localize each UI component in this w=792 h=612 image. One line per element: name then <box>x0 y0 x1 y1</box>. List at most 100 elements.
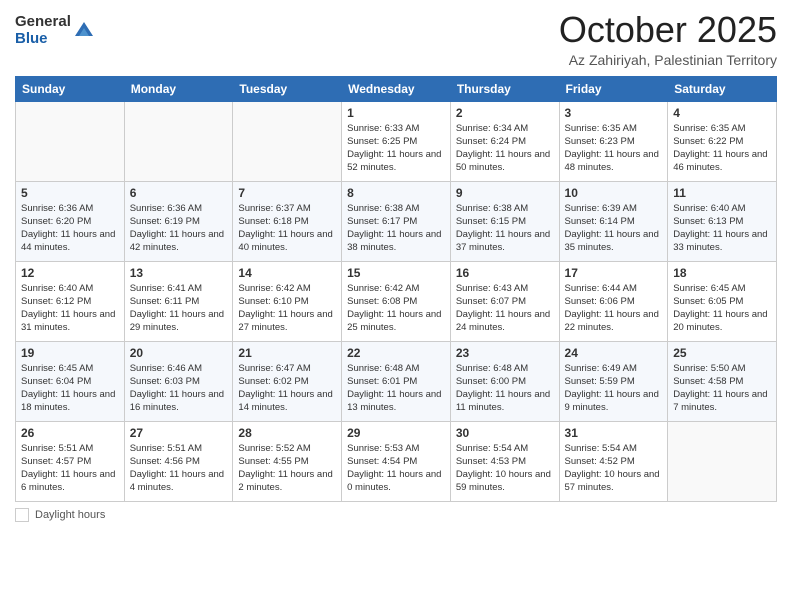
day-number: 17 <box>565 266 663 280</box>
day-header-saturday: Saturday <box>668 76 777 101</box>
calendar-cell: 3 Sunrise: 6:35 AM Sunset: 6:23 PM Daylig… <box>559 101 668 181</box>
calendar-cell: 28Sunrise: 5:52 AM Sunset: 4:55 PM Dayli… <box>233 421 342 501</box>
calendar-table: SundayMondayTuesdayWednesdayThursdayFrid… <box>15 76 777 502</box>
cell-content: Sunrise: 5:52 AM Sunset: 4:55 PM Dayligh… <box>238 442 336 495</box>
calendar-cell: 22 Sunrise: 6:48 AM Sunset: 6:01 PM Dayli… <box>342 341 451 421</box>
calendar-cell <box>16 101 125 181</box>
logo-general: General <box>15 14 71 31</box>
week-row: 5Sunrise: 6:36 AM Sunset: 6:20 PM Daylig… <box>16 181 777 261</box>
day-number: 22 <box>347 346 445 360</box>
day-number: 12 <box>21 266 119 280</box>
title-block: October 2025 Az Zahiriyah, Palestinian T… <box>559 10 777 68</box>
day-header-monday: Monday <box>124 76 233 101</box>
week-row: 19 Sunrise: 6:45 AM Sunset: 6:04 PM Dayli… <box>16 341 777 421</box>
day-header-sunday: Sunday <box>16 76 125 101</box>
day-number: 7 <box>238 186 336 200</box>
cell-content: Sunrise: 6:43 AM Sunset: 6:07 PM Dayligh… <box>456 282 554 335</box>
day-number: 31 <box>565 426 663 440</box>
day-number: 19 <box>21 346 119 360</box>
calendar-cell: 17 Sunrise: 6:44 AM Sunset: 6:06 PM Dayli… <box>559 261 668 341</box>
cell-content: Sunrise: 6:35 AM Sunset: 6:23 PM Dayligh… <box>565 122 663 175</box>
page: General Blue October 2025 Az Zahiriyah, … <box>0 0 792 612</box>
day-number: 5 <box>21 186 119 200</box>
day-header-tuesday: Tuesday <box>233 76 342 101</box>
cell-content: Sunrise: 6:48 AM Sunset: 6:00 PM Dayligh… <box>456 362 554 415</box>
cell-content: Sunrise: 6:35 AM Sunset: 6:22 PM Dayligh… <box>673 122 771 175</box>
day-number: 26 <box>21 426 119 440</box>
calendar-cell: 26Sunrise: 5:51 AM Sunset: 4:57 PM Dayli… <box>16 421 125 501</box>
calendar-cell: 5Sunrise: 6:36 AM Sunset: 6:20 PM Daylig… <box>16 181 125 261</box>
cell-content: Sunrise: 6:47 AM Sunset: 6:02 PM Dayligh… <box>238 362 336 415</box>
day-number: 27 <box>130 426 228 440</box>
header-row: SundayMondayTuesdayWednesdayThursdayFrid… <box>16 76 777 101</box>
calendar-cell <box>668 421 777 501</box>
day-header-friday: Friday <box>559 76 668 101</box>
calendar-cell: 18 Sunrise: 6:45 AM Sunset: 6:05 PM Dayli… <box>668 261 777 341</box>
calendar-cell: 4 Sunrise: 6:35 AM Sunset: 6:22 PM Daylig… <box>668 101 777 181</box>
day-number: 8 <box>347 186 445 200</box>
cell-content: Sunrise: 6:38 AM Sunset: 6:17 PM Dayligh… <box>347 202 445 255</box>
cell-content: Sunrise: 5:54 AM Sunset: 4:52 PM Dayligh… <box>565 442 663 495</box>
cell-content: Sunrise: 6:48 AM Sunset: 6:01 PM Dayligh… <box>347 362 445 415</box>
cell-content: Sunrise: 6:46 AM Sunset: 6:03 PM Dayligh… <box>130 362 228 415</box>
calendar-cell: 29Sunrise: 5:53 AM Sunset: 4:54 PM Dayli… <box>342 421 451 501</box>
cell-content: Sunrise: 6:36 AM Sunset: 6:19 PM Dayligh… <box>130 202 228 255</box>
calendar-cell: 21 Sunrise: 6:47 AM Sunset: 6:02 PM Dayli… <box>233 341 342 421</box>
day-number: 24 <box>565 346 663 360</box>
calendar-cell: 9Sunrise: 6:38 AM Sunset: 6:15 PM Daylig… <box>450 181 559 261</box>
cell-content: Sunrise: 6:44 AM Sunset: 6:06 PM Dayligh… <box>565 282 663 335</box>
day-number: 13 <box>130 266 228 280</box>
day-number: 16 <box>456 266 554 280</box>
calendar-cell: 8 Sunrise: 6:38 AM Sunset: 6:17 PM Daylig… <box>342 181 451 261</box>
logo: General Blue <box>15 14 95 47</box>
footer: Daylight hours <box>15 508 777 522</box>
cell-content: Sunrise: 6:37 AM Sunset: 6:18 PM Dayligh… <box>238 202 336 255</box>
day-number: 15 <box>347 266 445 280</box>
day-number: 21 <box>238 346 336 360</box>
cell-content: Sunrise: 6:34 AM Sunset: 6:24 PM Dayligh… <box>456 122 554 175</box>
cell-content: Sunrise: 6:33 AM Sunset: 6:25 PM Dayligh… <box>347 122 445 175</box>
legend-box <box>15 508 29 522</box>
calendar-cell: 10 Sunrise: 6:39 AM Sunset: 6:14 PM Dayli… <box>559 181 668 261</box>
day-number: 18 <box>673 266 771 280</box>
month-title: October 2025 <box>559 10 777 50</box>
cell-content: Sunrise: 6:45 AM Sunset: 6:05 PM Dayligh… <box>673 282 771 335</box>
calendar-cell <box>233 101 342 181</box>
cell-content: Sunrise: 6:42 AM Sunset: 6:08 PM Dayligh… <box>347 282 445 335</box>
calendar-cell: 2Sunrise: 6:34 AM Sunset: 6:24 PM Daylig… <box>450 101 559 181</box>
logo-text: General Blue <box>15 14 71 47</box>
day-number: 3 <box>565 106 663 120</box>
cell-content: Sunrise: 6:40 AM Sunset: 6:12 PM Dayligh… <box>21 282 119 335</box>
calendar-cell <box>124 101 233 181</box>
calendar-cell: 6 Sunrise: 6:36 AM Sunset: 6:19 PM Daylig… <box>124 181 233 261</box>
calendar-cell: 25 Sunrise: 5:50 AM Sunset: 4:58 PM Dayli… <box>668 341 777 421</box>
cell-content: Sunrise: 6:39 AM Sunset: 6:14 PM Dayligh… <box>565 202 663 255</box>
cell-content: Sunrise: 5:51 AM Sunset: 4:56 PM Dayligh… <box>130 442 228 495</box>
location-subtitle: Az Zahiriyah, Palestinian Territory <box>559 52 777 68</box>
day-number: 30 <box>456 426 554 440</box>
day-number: 20 <box>130 346 228 360</box>
calendar-cell: 15 Sunrise: 6:42 AM Sunset: 6:08 PM Dayli… <box>342 261 451 341</box>
week-row: 1 Sunrise: 6:33 AM Sunset: 6:25 PM Daylig… <box>16 101 777 181</box>
cell-content: Sunrise: 5:50 AM Sunset: 4:58 PM Dayligh… <box>673 362 771 415</box>
header: General Blue October 2025 Az Zahiriyah, … <box>15 10 777 68</box>
day-header-wednesday: Wednesday <box>342 76 451 101</box>
day-number: 29 <box>347 426 445 440</box>
logo-blue: Blue <box>15 31 71 48</box>
cell-content: Sunrise: 6:45 AM Sunset: 6:04 PM Dayligh… <box>21 362 119 415</box>
day-number: 4 <box>673 106 771 120</box>
day-number: 6 <box>130 186 228 200</box>
cell-content: Sunrise: 5:54 AM Sunset: 4:53 PM Dayligh… <box>456 442 554 495</box>
day-number: 1 <box>347 106 445 120</box>
cell-content: Sunrise: 6:41 AM Sunset: 6:11 PM Dayligh… <box>130 282 228 335</box>
calendar-cell: 1 Sunrise: 6:33 AM Sunset: 6:25 PM Daylig… <box>342 101 451 181</box>
cell-content: Sunrise: 6:49 AM Sunset: 5:59 PM Dayligh… <box>565 362 663 415</box>
calendar-cell: 19 Sunrise: 6:45 AM Sunset: 6:04 PM Dayli… <box>16 341 125 421</box>
day-number: 23 <box>456 346 554 360</box>
day-number: 25 <box>673 346 771 360</box>
calendar-cell: 11Sunrise: 6:40 AM Sunset: 6:13 PM Dayli… <box>668 181 777 261</box>
cell-content: Sunrise: 6:42 AM Sunset: 6:10 PM Dayligh… <box>238 282 336 335</box>
day-number: 10 <box>565 186 663 200</box>
calendar-cell: 30 Sunrise: 5:54 AM Sunset: 4:53 PM Dayli… <box>450 421 559 501</box>
calendar-cell: 20 Sunrise: 6:46 AM Sunset: 6:03 PM Dayli… <box>124 341 233 421</box>
